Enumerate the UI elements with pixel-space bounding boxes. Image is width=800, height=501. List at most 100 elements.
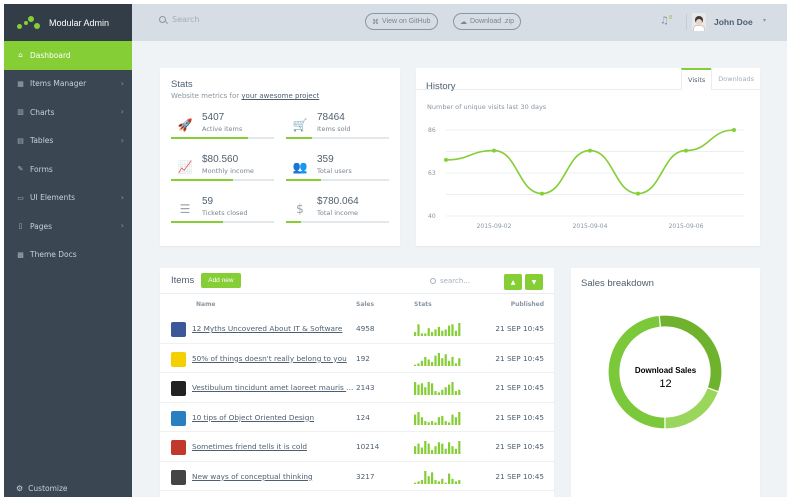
item-name-link[interactable]: New ways of conceptual thinking	[192, 472, 354, 481]
spark-bar	[451, 446, 454, 454]
spark-bar	[444, 387, 447, 395]
caret-down-icon[interactable]: ▾	[763, 17, 766, 24]
sort-up-button[interactable]: ▲	[504, 274, 522, 290]
stat-monthly-income: 📈 $80.560 Monthly income	[171, 154, 274, 190]
item-name-link[interactable]: Sometimes friend tells it is cold	[192, 442, 354, 451]
item-sales: 3217	[356, 471, 375, 481]
sidebar-item-theme-docs[interactable]: ▩ Theme Docs	[4, 241, 132, 270]
chevron-right-icon: ›	[120, 221, 124, 230]
search-placeholder: Search	[172, 15, 200, 24]
sidebar-item-label: Dashboard	[30, 50, 71, 60]
logo-icon	[17, 15, 41, 30]
spark-bar	[458, 357, 461, 366]
header-divider	[686, 14, 687, 30]
spark-bar	[417, 324, 420, 336]
col-stats[interactable]: Stats	[414, 301, 432, 308]
dollar-icon: $	[296, 202, 304, 216]
github-button[interactable]: ⌘ View on GitHub	[365, 13, 438, 30]
item-sparkline	[414, 411, 461, 425]
sidebar-item-ui-elements[interactable]: ▭ UI Elements ›	[4, 184, 132, 213]
customize-button[interactable]: ⚙ Customize	[16, 484, 68, 493]
table-row[interactable]: New ways of conceptual thinking 3217 21 SE…	[160, 463, 554, 491]
notifications-button[interactable]: ♫8	[660, 15, 672, 26]
sidebar-item-tables[interactable]: ▤ Tables ›	[4, 127, 132, 156]
table-row[interactable]: 10 tips of Object Oriented Design 124 21 S…	[160, 404, 554, 432]
data-point[interactable]	[636, 191, 640, 196]
spark-bar	[424, 420, 427, 425]
col-published[interactable]: Published	[511, 301, 544, 308]
spark-bar	[441, 389, 444, 395]
spark-bar	[417, 362, 420, 366]
add-new-button[interactable]: Add new	[201, 273, 241, 288]
spark-bar	[431, 471, 434, 484]
table-row[interactable]: Vestibulum tincidunt amet laoreet mauris…	[160, 374, 554, 403]
stat-progress-fill	[171, 221, 223, 223]
item-name-link[interactable]: 12 Myths Uncovered About IT & Software	[192, 324, 354, 333]
data-point[interactable]	[492, 148, 496, 153]
sidebar-item-label: Tables	[30, 136, 54, 146]
stat-tickets-closed: ☰ 59 Tickets closed	[171, 196, 274, 232]
spark-bar	[441, 478, 444, 484]
sidebar-item-dashboard[interactable]: ⌂ Dashboard	[4, 41, 132, 70]
item-name-link[interactable]: Vestibulum tincidunt amet laoreet mauris…	[192, 383, 354, 392]
data-point[interactable]	[444, 157, 448, 162]
stat-label: Active items	[202, 125, 243, 133]
item-sparkline	[414, 382, 461, 395]
search-input[interactable]: Search	[159, 15, 199, 24]
table-row[interactable]: 50% of things doesn't really belong to y…	[160, 345, 554, 373]
spark-bar	[431, 450, 434, 454]
item-sales: 124	[356, 412, 370, 422]
github-label: View on GitHub	[382, 18, 431, 25]
item-name-link[interactable]: 10 tips of Object Oriented Design	[192, 413, 354, 422]
spark-bar	[451, 324, 454, 336]
col-sales[interactable]: Sales	[356, 301, 374, 308]
spark-bar	[444, 482, 447, 484]
shopping-cart-icon: 🛒	[292, 118, 308, 132]
spark-bar	[448, 360, 451, 366]
data-point[interactable]	[732, 128, 736, 132]
table-icon: ▤	[17, 136, 24, 145]
table-row[interactable]: Sometimes friend tells it is cold 10214 21…	[160, 433, 554, 462]
avatar[interactable]	[692, 13, 706, 31]
chevron-right-icon: ›	[120, 192, 124, 202]
notification-count: 8	[668, 15, 673, 21]
tab-downloads[interactable]: Downloads	[711, 68, 760, 90]
sidebar-item-forms[interactable]: ✎ Forms	[4, 155, 132, 184]
chevron-up-icon: ▲	[510, 278, 516, 286]
spark-bar	[417, 384, 420, 395]
customize-label: Customize	[28, 484, 68, 493]
spark-bar	[454, 480, 457, 484]
stat-value: 78464	[317, 112, 345, 123]
download-button[interactable]: ☁ Download .zip	[453, 13, 521, 30]
data-point[interactable]	[588, 148, 592, 153]
spark-bar	[420, 416, 423, 425]
sidebar-item-items-manager[interactable]: ▦ Items Manager ›	[4, 70, 132, 99]
sidebar-item-charts[interactable]: ▥ Charts ›	[4, 98, 132, 127]
item-name-link[interactable]: 50% of things doesn't really belong to y…	[192, 354, 354, 363]
stats-title: Stats	[171, 79, 193, 90]
project-link[interactable]: your awesome project	[241, 92, 319, 100]
user-name[interactable]: John Doe	[714, 17, 753, 27]
tab-visits[interactable]: Visits	[681, 68, 712, 90]
spark-bar	[444, 448, 447, 454]
spark-bar	[420, 383, 423, 395]
sort-down-button[interactable]: ▼	[525, 274, 543, 290]
stat-value: 5407	[202, 112, 225, 123]
sidebar-item-label: UI Elements	[30, 193, 76, 203]
table-row[interactable]: 12 Myths Uncovered About IT & Software 49…	[160, 315, 554, 344]
app-title: Modular Admin	[49, 17, 110, 28]
spark-bar	[451, 356, 454, 366]
spark-bar	[454, 391, 457, 395]
data-point[interactable]	[684, 148, 688, 153]
items-search-input[interactable]: search...	[430, 277, 470, 285]
bar-chart-icon: ▥	[17, 108, 24, 117]
brand[interactable]: Modular Admin	[4, 4, 132, 41]
spark-bar	[437, 480, 440, 484]
col-name[interactable]: Name	[196, 301, 215, 308]
sidebar-item-pages[interactable]: ▯ Pages ›	[4, 212, 132, 241]
stat-label: Total income	[317, 209, 359, 217]
data-point[interactable]	[540, 191, 544, 196]
item-published: 21 SEP 10:45	[495, 471, 544, 481]
spark-bar	[414, 446, 417, 454]
donut-segment-download-sales[interactable]	[664, 386, 720, 430]
